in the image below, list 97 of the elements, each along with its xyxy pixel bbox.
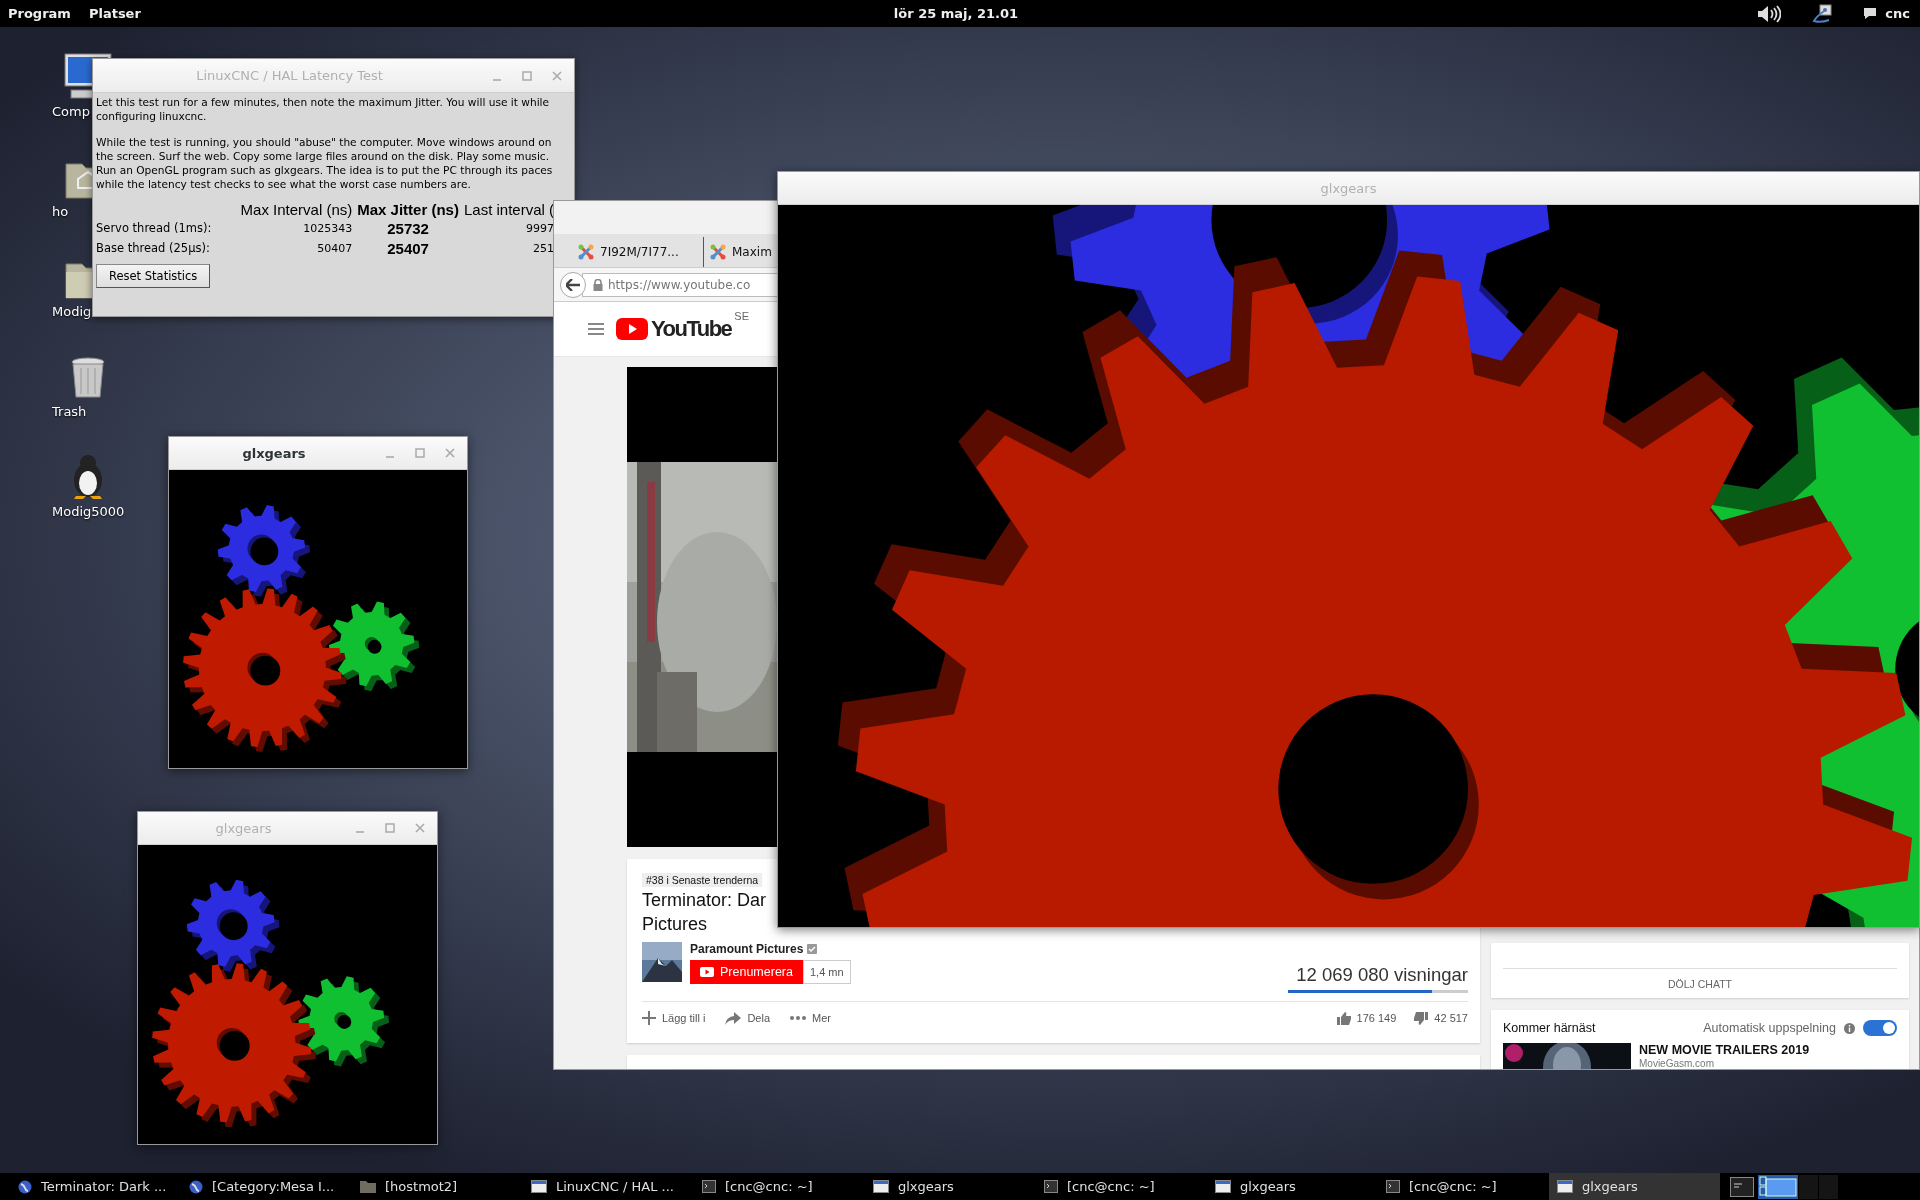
column-header: Last interval (: [463, 201, 554, 218]
row-label: Servo thread (1ms):: [96, 220, 213, 237]
icon-label[interactable]: ho: [52, 204, 69, 219]
terminal-icon: [1044, 1180, 1058, 1193]
dislike-button[interactable]: 42 517: [1414, 1011, 1468, 1025]
cross-logo-icon: [710, 244, 726, 260]
icon-label[interactable]: Trash: [52, 404, 87, 419]
column-header: Max Jitter (ns): [357, 201, 459, 218]
table-cell-text: 25732: [386, 219, 430, 237]
user-menu[interactable]: cnc: [1885, 6, 1910, 21]
browser-tab[interactable]: 7I92M/7I77...: [570, 237, 704, 267]
window-icon: [1215, 1180, 1231, 1193]
section-heading: Kommer härnäst: [1503, 1021, 1596, 1035]
reset-statistics-button[interactable]: Reset Statistics: [96, 264, 211, 288]
taskbar-item[interactable]: glxgears: [1207, 1173, 1378, 1200]
taskbar-item[interactable]: [hostmot2]: [352, 1173, 523, 1200]
column-header: Max Interval (ns): [240, 201, 353, 218]
channel-name[interactable]: Paramount Pictures: [690, 942, 804, 956]
table-cell-text: 1025343: [302, 221, 353, 235]
network-icon[interactable]: [1811, 3, 1834, 24]
maximize-icon: [522, 70, 532, 81]
like-button[interactable]: 176 149: [1336, 1011, 1397, 1025]
action-button[interactable]: Lägg till i: [642, 1011, 706, 1025]
taskbar-item[interactable]: glxgears: [865, 1173, 1036, 1200]
taskbar-item[interactable]: [cnc@cnc: ~]: [694, 1173, 865, 1200]
workspace-switcher[interactable]: [1758, 1174, 1838, 1199]
table-cell-text: 251: [532, 241, 554, 255]
video-title: Terminator: Dar Pictures: [642, 889, 768, 936]
table-cell-text: 9997: [525, 221, 554, 235]
window-title: glxgears: [241, 445, 307, 461]
taskbar-item[interactable]: LinuxCNC / HAL ...: [523, 1173, 694, 1200]
menu-item[interactable]: Program: [2, 2, 77, 25]
close-icon: [552, 70, 562, 81]
window-icon: [1557, 1180, 1573, 1193]
thumbs-up-icon: [1336, 1011, 1351, 1025]
autoplay-toggle[interactable]: [1863, 1020, 1897, 1036]
action-button[interactable]: Mer: [790, 1012, 831, 1024]
close-icon: [445, 448, 455, 458]
instructions-text: While the test is running, you should "abuse" the computer. Move windows around on the screen. Surf the web. Copy some large files around on the disk. Play some music. Run an OpenGL program such as glxgears. The idea is to put the PC through its paces while the latency test checks to see what the worst case numbers are.: [96, 135, 554, 191]
play-logo-icon: [616, 318, 648, 340]
minimize-icon: [493, 78, 501, 81]
taskbar-item[interactable]: glxgears: [1549, 1173, 1720, 1200]
video-title[interactable]: NEW MOVIE TRAILERS 2019: [1639, 1043, 1810, 1057]
autoplay-label: Automatisk uppspelning: [1703, 1021, 1836, 1035]
taskbar-item[interactable]: [cnc@cnc: ~]: [1378, 1173, 1549, 1200]
window-title: glxgears: [1319, 180, 1378, 196]
back-button[interactable]: [560, 271, 586, 298]
folder-icon: [360, 1180, 376, 1193]
subscriber-count: 1,4 mn: [802, 960, 851, 984]
taskbar-item[interactable]: [Category:Mesa I...: [181, 1173, 352, 1200]
globe-icon: [18, 1179, 32, 1194]
terminal-icon: [702, 1180, 716, 1193]
instructions-text: Let this test run for a few minutes, then note the maximum Jitter. You will use it while configuring linuxcnc.: [96, 95, 551, 123]
clock[interactable]: lör 25 maj, 21.01: [893, 6, 1019, 21]
trending-badge[interactable]: #38 i Senaste trenderna: [642, 873, 763, 887]
maximize-icon: [415, 448, 425, 458]
taskbar-item[interactable]: [cnc@cnc: ~]: [1036, 1173, 1207, 1200]
terminal-icon: [1386, 1180, 1400, 1193]
icon-label[interactable]: Modig: [52, 304, 92, 319]
icon-label[interactable]: Comp: [52, 104, 90, 119]
video-player[interactable]: [627, 367, 778, 847]
icon-label[interactable]: Modig5000: [52, 504, 125, 519]
volume-icon[interactable]: [1757, 4, 1782, 23]
globe-icon: [189, 1179, 203, 1194]
window-icon: [873, 1180, 889, 1193]
window-title: glxgears: [214, 820, 273, 836]
chat-icon[interactable]: [1863, 7, 1878, 20]
taskbar-item[interactable]: Terminator: Dark ...: [10, 1173, 181, 1200]
browser-tab[interactable]: Maxim: [704, 237, 778, 267]
close-icon: [415, 823, 425, 833]
play-icon: [700, 967, 714, 977]
menu-item[interactable]: Platser: [82, 2, 147, 25]
plus-icon: [642, 1011, 656, 1025]
action-button[interactable]: Dela: [725, 1011, 771, 1025]
verified-icon: [807, 944, 818, 954]
maximize-icon: [385, 823, 395, 833]
thumbs-down-icon: [1414, 1011, 1429, 1025]
more-icon: [790, 1016, 807, 1020]
table-cell-text: 25407: [386, 239, 430, 257]
minimize-icon: [356, 831, 364, 833]
info-icon[interactable]: [1844, 1022, 1855, 1034]
channel-name: MovieGasm.com: [1639, 1058, 1715, 1069]
address-field[interactable]: https://www.youtube.co: [582, 272, 780, 297]
window-icon: [531, 1180, 547, 1193]
terminal-icon[interactable]: [1730, 1176, 1754, 1197]
menu-icon[interactable]: [588, 323, 604, 335]
share-icon: [725, 1011, 742, 1025]
row-label: Base thread (25µs):: [96, 240, 211, 257]
subscribe-button[interactable]: Prenumerera: [690, 960, 803, 984]
view-count: 12 069 080 visningar: [1296, 964, 1468, 986]
back-arrow-icon: [566, 278, 580, 291]
lock-icon: [593, 278, 603, 291]
trash-icon[interactable]: [69, 356, 107, 400]
table-cell-text: 50407: [316, 241, 353, 255]
minimize-icon: [386, 456, 394, 458]
window-title: LinuxCNC / HAL Latency Test: [195, 68, 384, 83]
cross-logo-icon: [578, 244, 594, 260]
